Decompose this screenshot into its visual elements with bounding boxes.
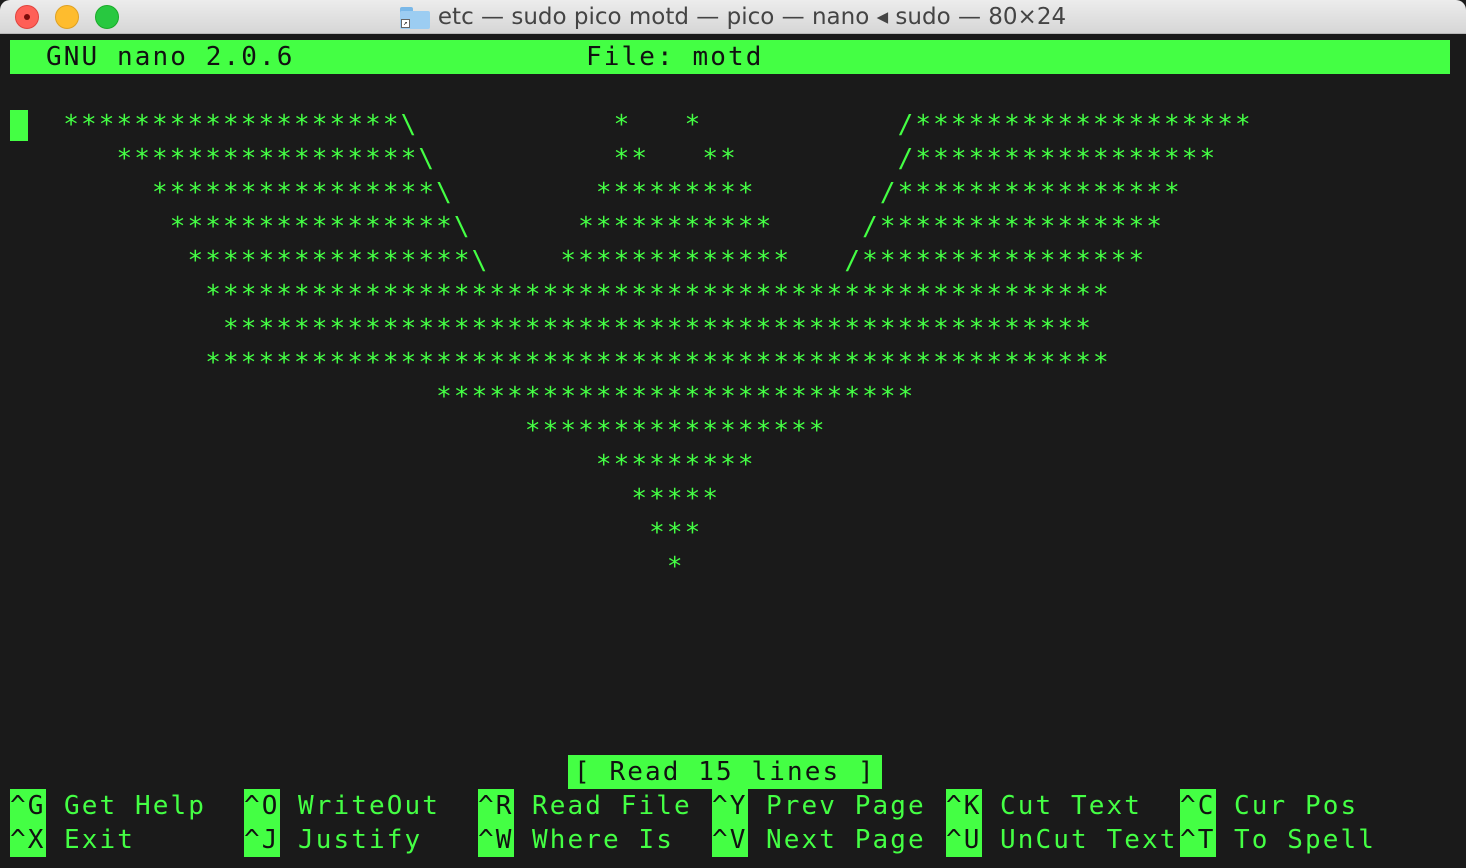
art-line: ****************************************… [10,280,1111,310]
nano-header: GNU nano 2.0.6 File: motd [10,40,1450,74]
shortcut-key: ^G [10,789,46,823]
shortcut-key: ^O [244,789,280,823]
art-line: ****************\ *********** /*********… [10,212,1164,242]
shortcut-label: To Spell [1234,825,1377,855]
shortcut-key: ^U [946,823,982,857]
art-line: *** [10,518,703,548]
art-line: ***************** [10,416,827,446]
shortcut-label: UnCut Text [1000,825,1178,855]
art-line: *****************\ ** ** /**************… [10,144,1218,174]
art-line: ****************************************… [10,348,1111,378]
motd-text[interactable]: *******************\ * * /**************… [10,108,1253,584]
shortcut-label: Cut Text [1000,791,1143,821]
shortcut-label: WriteOut [298,791,441,821]
title-bar[interactable]: ↗ etc — sudo pico motd — pico — nano ◂ s… [0,0,1466,34]
shortcut-label: Cur Pos [1234,791,1359,821]
art-line: ********* [10,450,756,480]
shortcut-key: ^J [244,823,280,857]
shortcut-label: Justify [298,825,423,855]
shortcut-label: Next Page [766,825,926,855]
file-name: File: motd [586,42,764,72]
art-line: ****************\ ********* /***********… [10,178,1182,208]
art-line: ****************\ ************* /*******… [10,246,1147,276]
terminal-window: ↗ etc — sudo pico motd — pico — nano ◂ s… [0,0,1466,868]
shortcut-key: ^Y [712,789,748,823]
shortcut-key: ^R [478,789,514,823]
shortcut-label: Get Help [64,791,207,821]
art-line: * [10,552,685,582]
folder-icon[interactable]: ↗ [399,7,430,29]
shortcut-label: Prev Page [766,791,926,821]
shortcut-key: ^X [10,823,46,857]
art-line: *************************** [10,382,916,412]
art-line: *******************\ * * /**************… [10,110,1253,140]
shortcut-key: ^V [712,823,748,857]
window-title: etc — sudo pico motd — pico — nano ◂ sud… [437,4,1067,30]
art-line: ****************************************… [10,314,1093,344]
shortcut-key: ^K [946,789,982,823]
shortcut-label: Read File [532,791,692,821]
window-title-group: ↗ etc — sudo pico motd — pico — nano ◂ s… [0,0,1466,34]
shortcut-key: ^W [478,823,514,857]
shortcut-key: ^T [1180,823,1216,857]
nano-version: GNU nano 2.0.6 [46,42,295,72]
terminal-content[interactable]: GNU nano 2.0.6 File: motd **************… [10,40,1450,868]
art-line: ***** [10,484,721,514]
status-message: [ Read 15 lines ] [568,755,882,789]
shortcut-label: Where Is [532,825,675,855]
shortcut-label: Exit [64,825,136,855]
shortcut-key: ^C [1180,789,1216,823]
